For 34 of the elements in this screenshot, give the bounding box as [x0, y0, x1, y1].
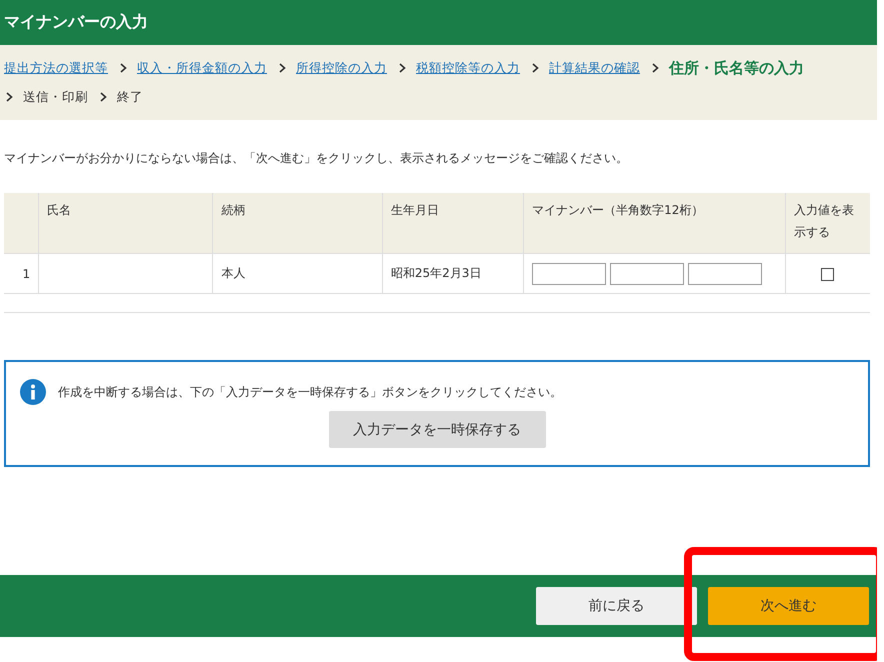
column-header: 入力値を表示する: [785, 193, 870, 254]
breadcrumb-current: 住所・氏名等の入力: [669, 58, 804, 78]
number-input-field[interactable]: [688, 262, 762, 284]
chevron-icon: [652, 63, 659, 73]
chevron-icon: [120, 63, 127, 73]
column-header: マイナンバー（半角数字12桁）: [524, 193, 786, 254]
checkbox[interactable]: [821, 268, 834, 281]
breadcrumb-link[interactable]: 提出方法の選択等: [4, 60, 108, 76]
instruction-text: マイナンバーがお分かりにならない場合は、「次へ進む」をクリックし、表示されるメッセージをご確認ください。: [4, 150, 629, 165]
back-button[interactable]: 前に戻る: [536, 587, 697, 625]
column-header: 氏名: [38, 193, 213, 254]
save-draft-button[interactable]: 入力データを一時保存する: [328, 411, 546, 448]
number-input-field[interactable]: [532, 262, 606, 284]
column-header: 続柄: [212, 193, 382, 254]
chevron-icon: [6, 92, 13, 102]
table-cell: 昭和25年2月3日: [382, 254, 524, 294]
breadcrumb-step: 送信・印刷: [23, 88, 88, 106]
chevron-icon: [532, 63, 539, 73]
next-button[interactable]: 次へ進む: [708, 587, 869, 625]
table-cell: 本人: [212, 254, 382, 294]
breadcrumb-step: 終了: [117, 88, 143, 106]
row-number: 1: [4, 254, 39, 294]
page-title: マイナンバーの入力: [4, 12, 148, 33]
breadcrumb-link[interactable]: 計算結果の確認: [549, 60, 640, 76]
breadcrumb-link[interactable]: 所得控除の入力: [296, 60, 387, 76]
number-input-field[interactable]: [610, 262, 684, 284]
breadcrumb-link[interactable]: 税額控除等の入力: [416, 60, 520, 76]
column-header: 生年月日: [382, 193, 524, 254]
info-icon: [20, 379, 46, 405]
breadcrumb-link[interactable]: 収入・所得金額の入力: [137, 60, 267, 76]
chevron-icon: [399, 63, 406, 73]
chevron-icon: [100, 92, 107, 102]
chevron-icon: [279, 63, 286, 73]
notice-text: 作成を中断する場合は、下の「入力データを一時保存する」ボタンをクリックしてください。: [58, 384, 562, 400]
